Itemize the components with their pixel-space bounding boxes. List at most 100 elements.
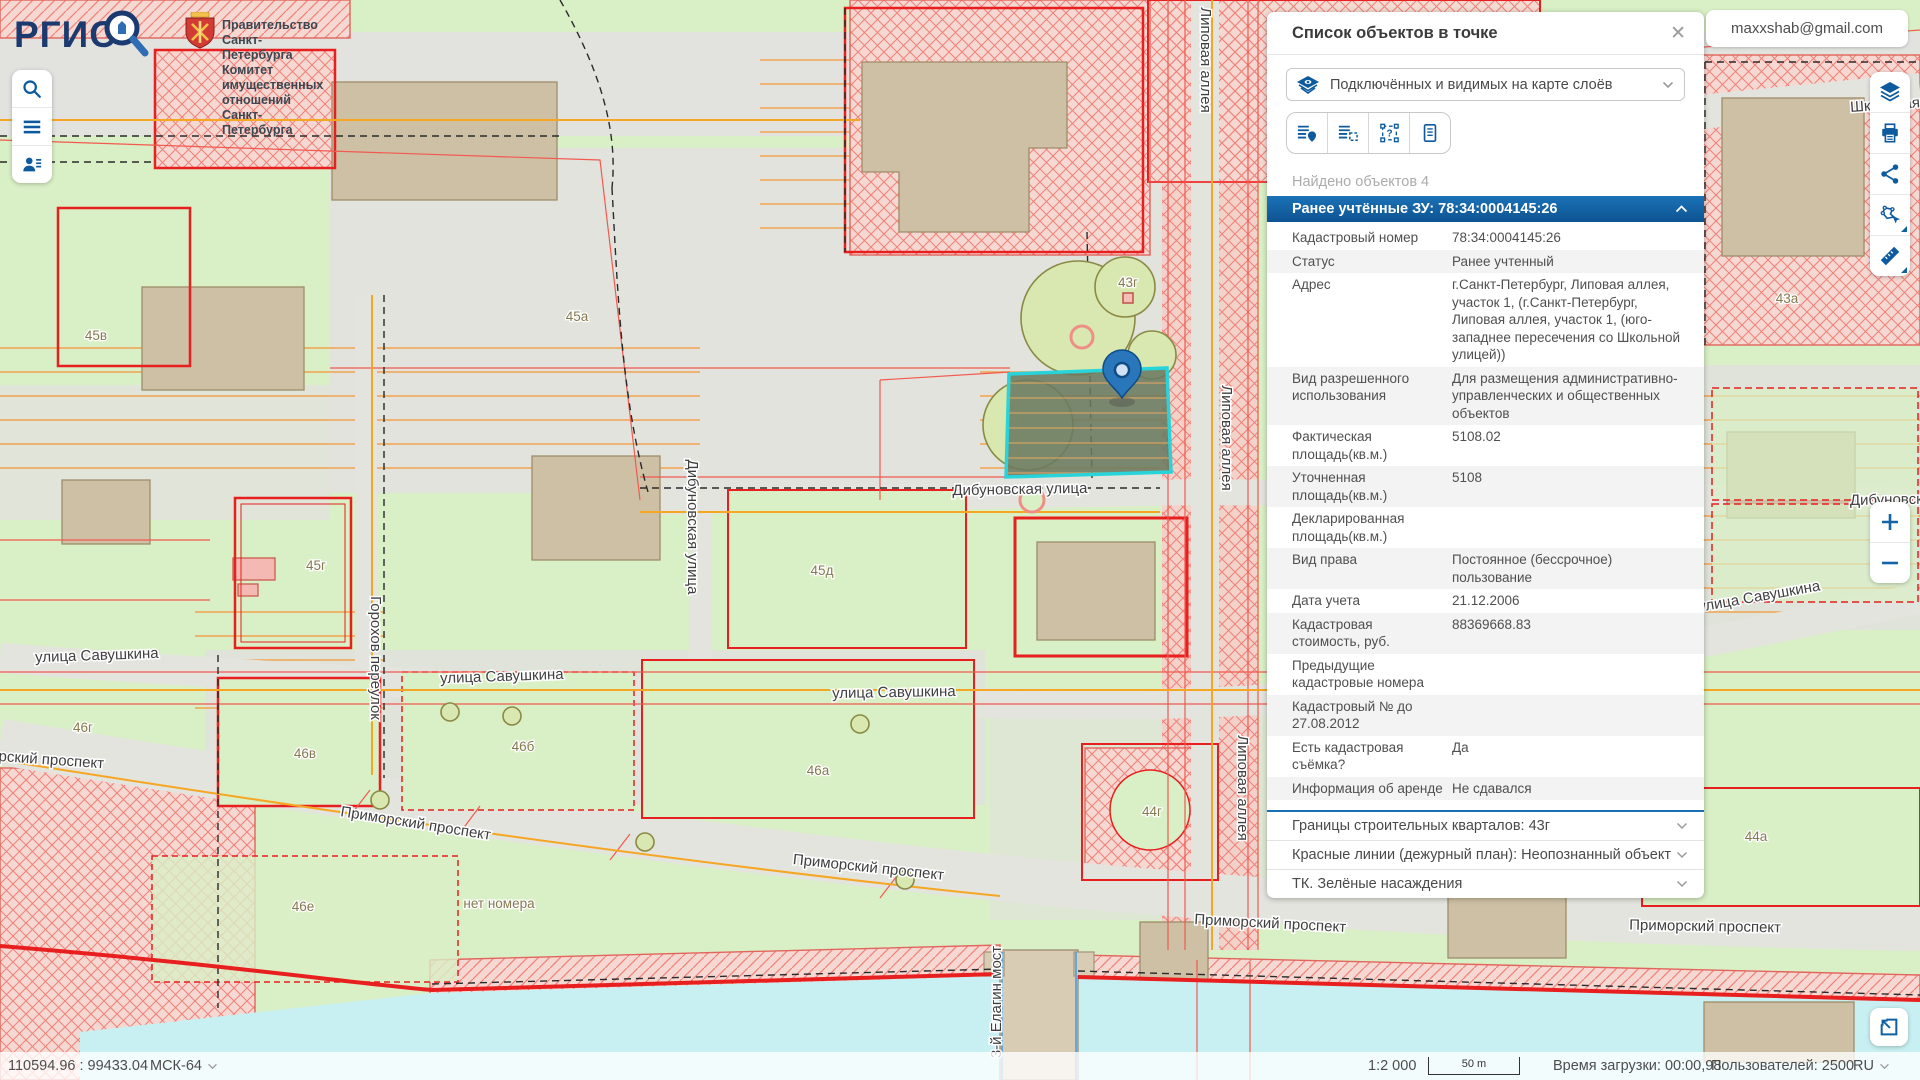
panel-title: Список объектов в точке: [1292, 24, 1498, 43]
row-value: г.Санкт-Петербург, Липовая аллея, участо…: [1452, 276, 1692, 364]
section-title: ТК. Зелёные насаждения: [1292, 876, 1462, 892]
objects-in-area-button[interactable]: [1327, 113, 1368, 153]
table-row: Дата учета21.12.2006: [1267, 589, 1704, 613]
load-time: Время загрузки: 00:00,98: [1553, 1052, 1721, 1080]
row-label: Декларированная площадь(кв.м.): [1292, 510, 1452, 545]
select-objects-button[interactable]: [1870, 194, 1910, 235]
parcel-label: 46а: [807, 763, 830, 778]
cursor-coordinates: 110594.96 : 99433.04: [8, 1052, 148, 1080]
layers-button[interactable]: [1870, 72, 1910, 112]
crs-selector[interactable]: МСК-64: [150, 1052, 218, 1080]
selected-parcel[interactable]: [1006, 368, 1171, 477]
gov-title: Правительство Санкт-Петербурга Комитет и…: [222, 18, 323, 138]
row-value: 21.12.2006: [1452, 592, 1692, 610]
quarter-43g-marker: [1123, 293, 1133, 303]
chevron-down-icon: [1676, 851, 1688, 859]
row-label: Есть кадастровая съёмка?: [1292, 739, 1452, 774]
row-label: Фактическая площадь(кв.м.): [1292, 428, 1452, 463]
parcel-label: 44а: [1745, 829, 1768, 844]
table-row: Информация об арендеНе сдавался: [1267, 777, 1704, 801]
parcel-label: 45д: [811, 563, 834, 578]
share-button[interactable]: [1870, 153, 1910, 194]
street-label: Липовая аллея: [1197, 7, 1214, 112]
objects-panel: Список объектов в точке ✕ Подключённых и…: [1267, 12, 1704, 898]
objects-at-point-button[interactable]: [1287, 113, 1327, 153]
row-value: Ранее учтенный: [1452, 253, 1692, 271]
layer-filter-select[interactable]: Подключённых и видимых на карте слоёв: [1286, 68, 1685, 101]
rgis-loupe-icon: [98, 4, 152, 60]
language-selector[interactable]: RU: [1853, 1052, 1890, 1080]
user-roles-button[interactable]: [12, 145, 52, 183]
parcel-label: 43а: [1776, 291, 1799, 306]
parcel-label: 46б: [512, 739, 535, 754]
chevron-down-icon: [1879, 1063, 1890, 1070]
report-button[interactable]: [1409, 113, 1450, 153]
report-icon: [1420, 123, 1440, 143]
section-title: Границы строительных кварталов: 43г: [1292, 818, 1550, 834]
close-icon[interactable]: ✕: [1670, 24, 1686, 43]
user-email[interactable]: maxxshab@gmail.com: [1706, 10, 1908, 47]
row-value: Да: [1452, 739, 1692, 774]
row-value: [1452, 698, 1692, 733]
menu-icon: [21, 116, 43, 138]
map-scale[interactable]: 1:2 000: [1368, 1052, 1416, 1080]
user-roles-icon: [21, 154, 43, 176]
row-value: [1452, 657, 1692, 692]
row-label: Дата учета: [1292, 592, 1452, 610]
section-title: Красные линии (дежурный план): Неопознан…: [1292, 847, 1671, 863]
status-bar: 110594.96 : 99433.04 МСК-64 1:2 000 50 m…: [0, 1052, 1920, 1080]
table-row: СтатусРанее учтенный: [1267, 250, 1704, 274]
print-icon: [1879, 122, 1901, 144]
collapsed-section-header[interactable]: Красные линии (дежурный план): Неопознан…: [1267, 841, 1704, 870]
zoom-out-button[interactable]: [1870, 542, 1910, 583]
row-label: Статус: [1292, 253, 1452, 271]
collapsed-section-header[interactable]: ТК. Зелёные насаждения: [1267, 870, 1704, 898]
object-section-header[interactable]: Ранее учтённые ЗУ: 78:34:0004145:26: [1267, 196, 1704, 222]
attribute-table: Кадастровый номер78:34:0004145:26СтатусР…: [1267, 222, 1704, 810]
chevron-up-icon: [1675, 205, 1688, 213]
identify-button[interactable]: ?: [1368, 113, 1409, 153]
zoom-control: [1870, 502, 1910, 583]
app-window: улица Савушкинаулица Савушкинаулица Саву…: [0, 0, 1920, 1080]
print-button[interactable]: [1870, 112, 1910, 153]
table-row: Вид праваПостоянное (бессрочное) пользов…: [1267, 548, 1704, 589]
table-row: Декларированная площадь(кв.м.): [1267, 507, 1704, 548]
row-value: Не сдавался: [1452, 780, 1692, 798]
objects-in-area-icon: [1337, 123, 1359, 143]
row-value: Постоянное (бессрочное) пользование: [1452, 551, 1692, 586]
zoom-out-icon: [1880, 553, 1900, 573]
row-label: Вид разрешенного использования: [1292, 370, 1452, 423]
parcel-label: 45г: [306, 558, 326, 573]
table-row: Кадастровая стоимость, руб.88369668.83: [1267, 613, 1704, 654]
table-row: Кадастровый № до 27.08.2012: [1267, 695, 1704, 736]
search-button[interactable]: [12, 70, 52, 107]
spb-coat-of-arms: [184, 12, 216, 50]
table-row: Кадастровый номер78:34:0004145:26: [1267, 226, 1704, 250]
row-label: Уточненная площадь(кв.м.): [1292, 469, 1452, 504]
row-value: 5108: [1452, 469, 1692, 504]
row-label: Информация об аренде: [1292, 780, 1452, 798]
found-objects-text: Найдено объектов 4: [1292, 174, 1704, 190]
table-row: Вид разрешенного использованияДля размещ…: [1267, 367, 1704, 426]
identify-icon: ?: [1379, 123, 1400, 143]
fullscreen-icon: [1878, 1016, 1900, 1038]
zoom-in-button[interactable]: [1870, 502, 1910, 542]
street-label: Липовая аллея: [1218, 385, 1235, 490]
row-label: Вид права: [1292, 551, 1452, 586]
menu-button[interactable]: [12, 107, 52, 145]
row-value: Для размещения административно-управленч…: [1452, 370, 1692, 423]
object-section-title: Ранее учтённые ЗУ: 78:34:0004145:26: [1292, 201, 1557, 217]
gov-line2: Комитет имущественных отношений Санкт-Пе…: [222, 63, 323, 138]
measure-button[interactable]: [1870, 235, 1910, 276]
chevron-down-icon: [1676, 880, 1688, 888]
fullscreen-button[interactable]: [1870, 1008, 1908, 1046]
collapsed-section-header[interactable]: Границы строительных кварталов: 43г: [1267, 812, 1704, 841]
parcel-label: 44г: [1142, 804, 1162, 819]
street-label: Горохов переулок: [367, 596, 384, 720]
row-label: Кадастровый № до 27.08.2012: [1292, 698, 1452, 733]
row-label: Предыдущие кадастровые номера: [1292, 657, 1452, 692]
layers-visible-icon: [1296, 75, 1320, 95]
row-label: Кадастровый номер: [1292, 229, 1452, 247]
street-label: Дибуновская улица: [684, 460, 701, 596]
panel-header: Список объектов в точке ✕: [1267, 12, 1704, 55]
